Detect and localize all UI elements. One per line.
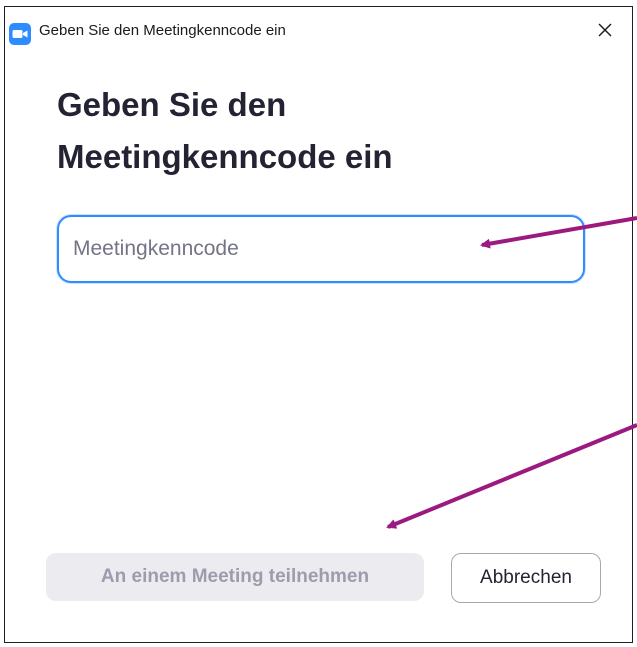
zoom-camera-icon [9,23,31,45]
passcode-input[interactable] [59,217,583,281]
dialog-window: Geben Sie den Meetingkenncode ein Geben … [4,6,633,643]
cancel-button[interactable]: Abbrechen [451,553,601,603]
window-title: Geben Sie den Meetingkenncode ein [39,22,286,39]
join-meeting-button[interactable]: An einem Meeting teilnehmen [46,553,424,601]
title-bar: Geben Sie den Meetingkenncode ein [5,7,632,59]
dialog-heading: Geben Sie den Meetingkenncode ein [57,86,393,175]
close-icon[interactable] [590,15,620,45]
passcode-field[interactable] [57,215,585,283]
